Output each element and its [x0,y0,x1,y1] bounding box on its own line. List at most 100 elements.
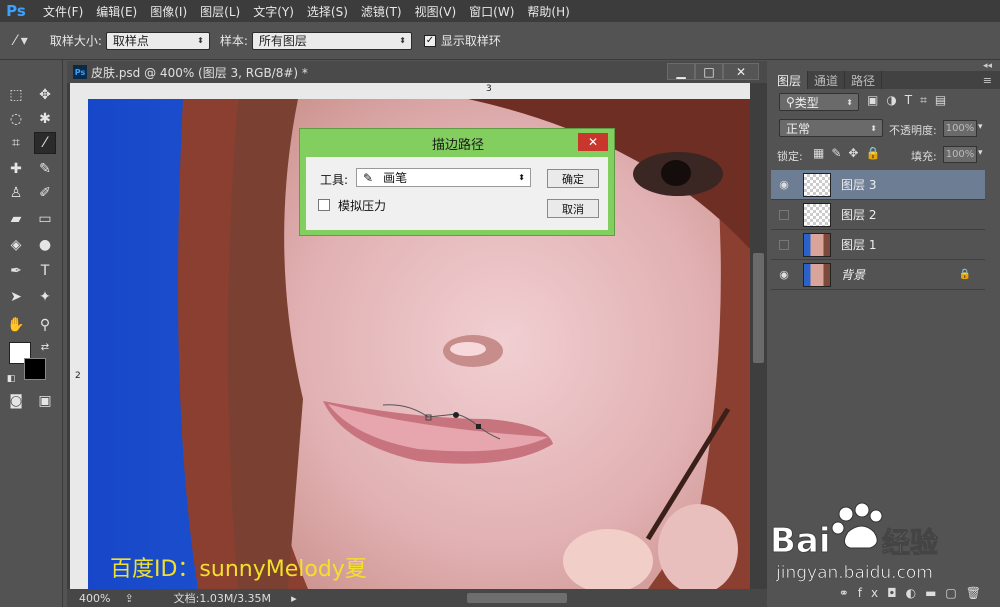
maximize-button[interactable]: □ [695,63,723,80]
eye-icon[interactable]: ◉ [771,178,797,191]
cancel-button[interactable]: 取消 [547,199,599,218]
horizontal-ruler[interactable]: 3 [88,83,750,99]
sample-select[interactable]: 所有图层 ⬍ [251,31,412,50]
menu-edit[interactable]: 编辑(E) [96,3,137,20]
visibility-toggle[interactable] [771,239,797,250]
eyedropper-tool-icon[interactable]: ⁄ [34,132,56,154]
scroll-thumb[interactable] [753,253,764,363]
panel-menu-icon[interactable]: ≡ [983,74,992,87]
filter-value: 类型 [794,95,819,110]
lock-label: 锁定: [777,150,803,163]
menu-window[interactable]: 窗口(W) [469,3,514,20]
ok-button[interactable]: 确定 [547,169,599,188]
marquee-tool-icon[interactable]: ⬚ [5,84,27,106]
opacity-arrow-icon[interactable]: ▾ [978,122,983,132]
baidu-jingyan-text: 经验 [882,526,938,559]
sample-label: 样本: [219,34,248,48]
filter-icons[interactable]: ▣◑T⌗▤ [867,93,954,108]
brush-tool-icon[interactable]: ✎ [34,158,56,180]
path-selection-tool-icon[interactable]: ➤ [5,286,27,308]
lock-icons[interactable]: ▦✎✥🔒 [813,146,887,160]
sample-size-select[interactable]: 取样点 ⬍ [105,31,210,50]
show-ring-checkbox[interactable]: ✓ [423,34,436,47]
menu-view[interactable]: 视图(V) [415,3,457,20]
vertical-ruler[interactable]: 2 [70,99,88,589]
background-color-swatch[interactable] [24,358,46,380]
pen-tool-icon[interactable]: ✒ [5,260,27,282]
status-bar: 400% ⇪ 文档:1.03M/3.35M ▸ [67,589,767,607]
eye-icon[interactable]: ◉ [771,268,797,281]
quick-mask-icon[interactable]: ◙ [5,390,27,412]
menu-help[interactable]: 帮助(H) [527,3,569,20]
lock-icon: 🔒 [958,269,971,280]
status-arrow-icon[interactable]: ▸ [291,592,297,605]
zoom-tool-icon[interactable]: ⚲ [34,314,56,336]
shape-tool-icon[interactable]: ✦ [34,286,56,308]
gradient-tool-icon[interactable]: ▭ [34,208,56,230]
fill-arrow-icon[interactable]: ▾ [978,148,983,158]
simulate-pressure-checkbox[interactable] [318,199,330,211]
tool-label: 工具: [320,173,349,187]
layer-row-background[interactable]: ◉ 背景 🔒 [771,260,985,290]
screen-mode-icon[interactable]: ▣ [34,390,56,412]
lasso-tool-icon[interactable]: ◌ [5,108,27,130]
type-tool-icon[interactable]: T [34,260,56,282]
select-arrow-icon: ⬍ [846,97,853,107]
sample-size-value: 取样点 [112,34,149,48]
layer-actions-bar[interactable]: ⚭fx◘◐▬▢🗑 [771,583,1000,603]
menu-select[interactable]: 选择(S) [307,3,348,20]
eraser-tool-icon[interactable]: ▰ [5,208,27,230]
tool-select[interactable]: ✎ 画笔 ⬍ [356,168,531,187]
tool-select-value: 画笔 [383,171,408,185]
eyedropper-preset-icon[interactable]: ⁄ ▾ [14,33,28,49]
tab-layers[interactable]: 图层 [771,71,809,89]
collapse-panel-icon[interactable]: ◂◂ [983,61,992,71]
magic-wand-tool-icon[interactable]: ✱ [34,108,56,130]
tab-paths[interactable]: 路径 [845,71,883,89]
menu-type[interactable]: 文字(Y) [253,3,294,20]
status-menu-icon[interactable]: ⇪ [124,592,133,605]
fill-input[interactable]: 100% [943,146,977,163]
layer-thumbnail [803,172,831,197]
stroke-path-dialog: 描边路径 ✕ 工具: ✎ 画笔 ⬍ 模拟压力 确定 取消 [299,128,615,236]
default-colors-icon[interactable]: ◧ [0,368,22,390]
path-anchor[interactable] [476,424,481,429]
layer-row-2[interactable]: 图层 2 [771,200,985,230]
ps-logo: Ps [6,2,26,20]
baidu-id-watermark: 百度ID：sunnyMelody夏 [110,557,367,582]
layer-name: 图层 1 [841,238,877,252]
ps-file-icon: Ps [73,65,87,79]
close-window-button[interactable]: ✕ [723,63,759,80]
zoom-level[interactable]: 400% [79,592,110,605]
layer-filter-select[interactable]: ⚲ 类型 ⬍ [779,93,859,111]
visibility-toggle[interactable] [771,209,797,220]
document-tab[interactable]: Ps 皮肤.psd @ 400% (图层 3, RGB/8#) * ▁ □ ✕ [67,61,767,83]
fill-label: 填充: [911,150,937,163]
menu-filter[interactable]: 滤镜(T) [361,3,402,20]
horizontal-scroll-thumb[interactable] [467,593,567,603]
history-brush-tool-icon[interactable]: ✐ [34,182,56,204]
menu-file[interactable]: 文件(F) [43,3,83,20]
layer-row-3[interactable]: ◉ 图层 3 [771,170,985,200]
dodge-tool-icon[interactable]: ● [34,234,56,256]
tab-channels[interactable]: 通道 [808,71,846,89]
path-handle[interactable] [453,412,459,418]
blur-tool-icon[interactable]: ◈ [5,234,27,256]
blend-mode-select[interactable]: 正常 ⬍ [779,119,883,137]
move-tool-icon[interactable]: ✥ [34,84,56,106]
minimize-button[interactable]: ▁ [667,63,695,80]
opacity-input[interactable]: 100% [943,120,977,137]
toolbox: ⬚ ✥ ◌ ✱ ⌗ ⁄ ✚ ✎ ♙ ✐ ▰ ▭ ◈ ● ✒ T ➤ ✦ ✋ ⚲ … [0,60,63,607]
vertical-scrollbar[interactable] [750,83,767,589]
layer-name: 背景 [841,268,866,282]
menu-layer[interactable]: 图层(L) [200,3,240,20]
clone-stamp-tool-icon[interactable]: ♙ [5,182,27,204]
menu-image[interactable]: 图像(I) [150,3,187,20]
dialog-close-button[interactable]: ✕ [578,133,608,151]
crop-tool-icon[interactable]: ⌗ [5,132,27,154]
hand-tool-icon[interactable]: ✋ [5,314,27,336]
swap-colors-icon[interactable]: ⇄ [34,336,56,358]
opacity-label: 不透明度: [889,124,937,137]
healing-brush-tool-icon[interactable]: ✚ [5,158,27,180]
layer-row-1[interactable]: 图层 1 [771,230,985,260]
